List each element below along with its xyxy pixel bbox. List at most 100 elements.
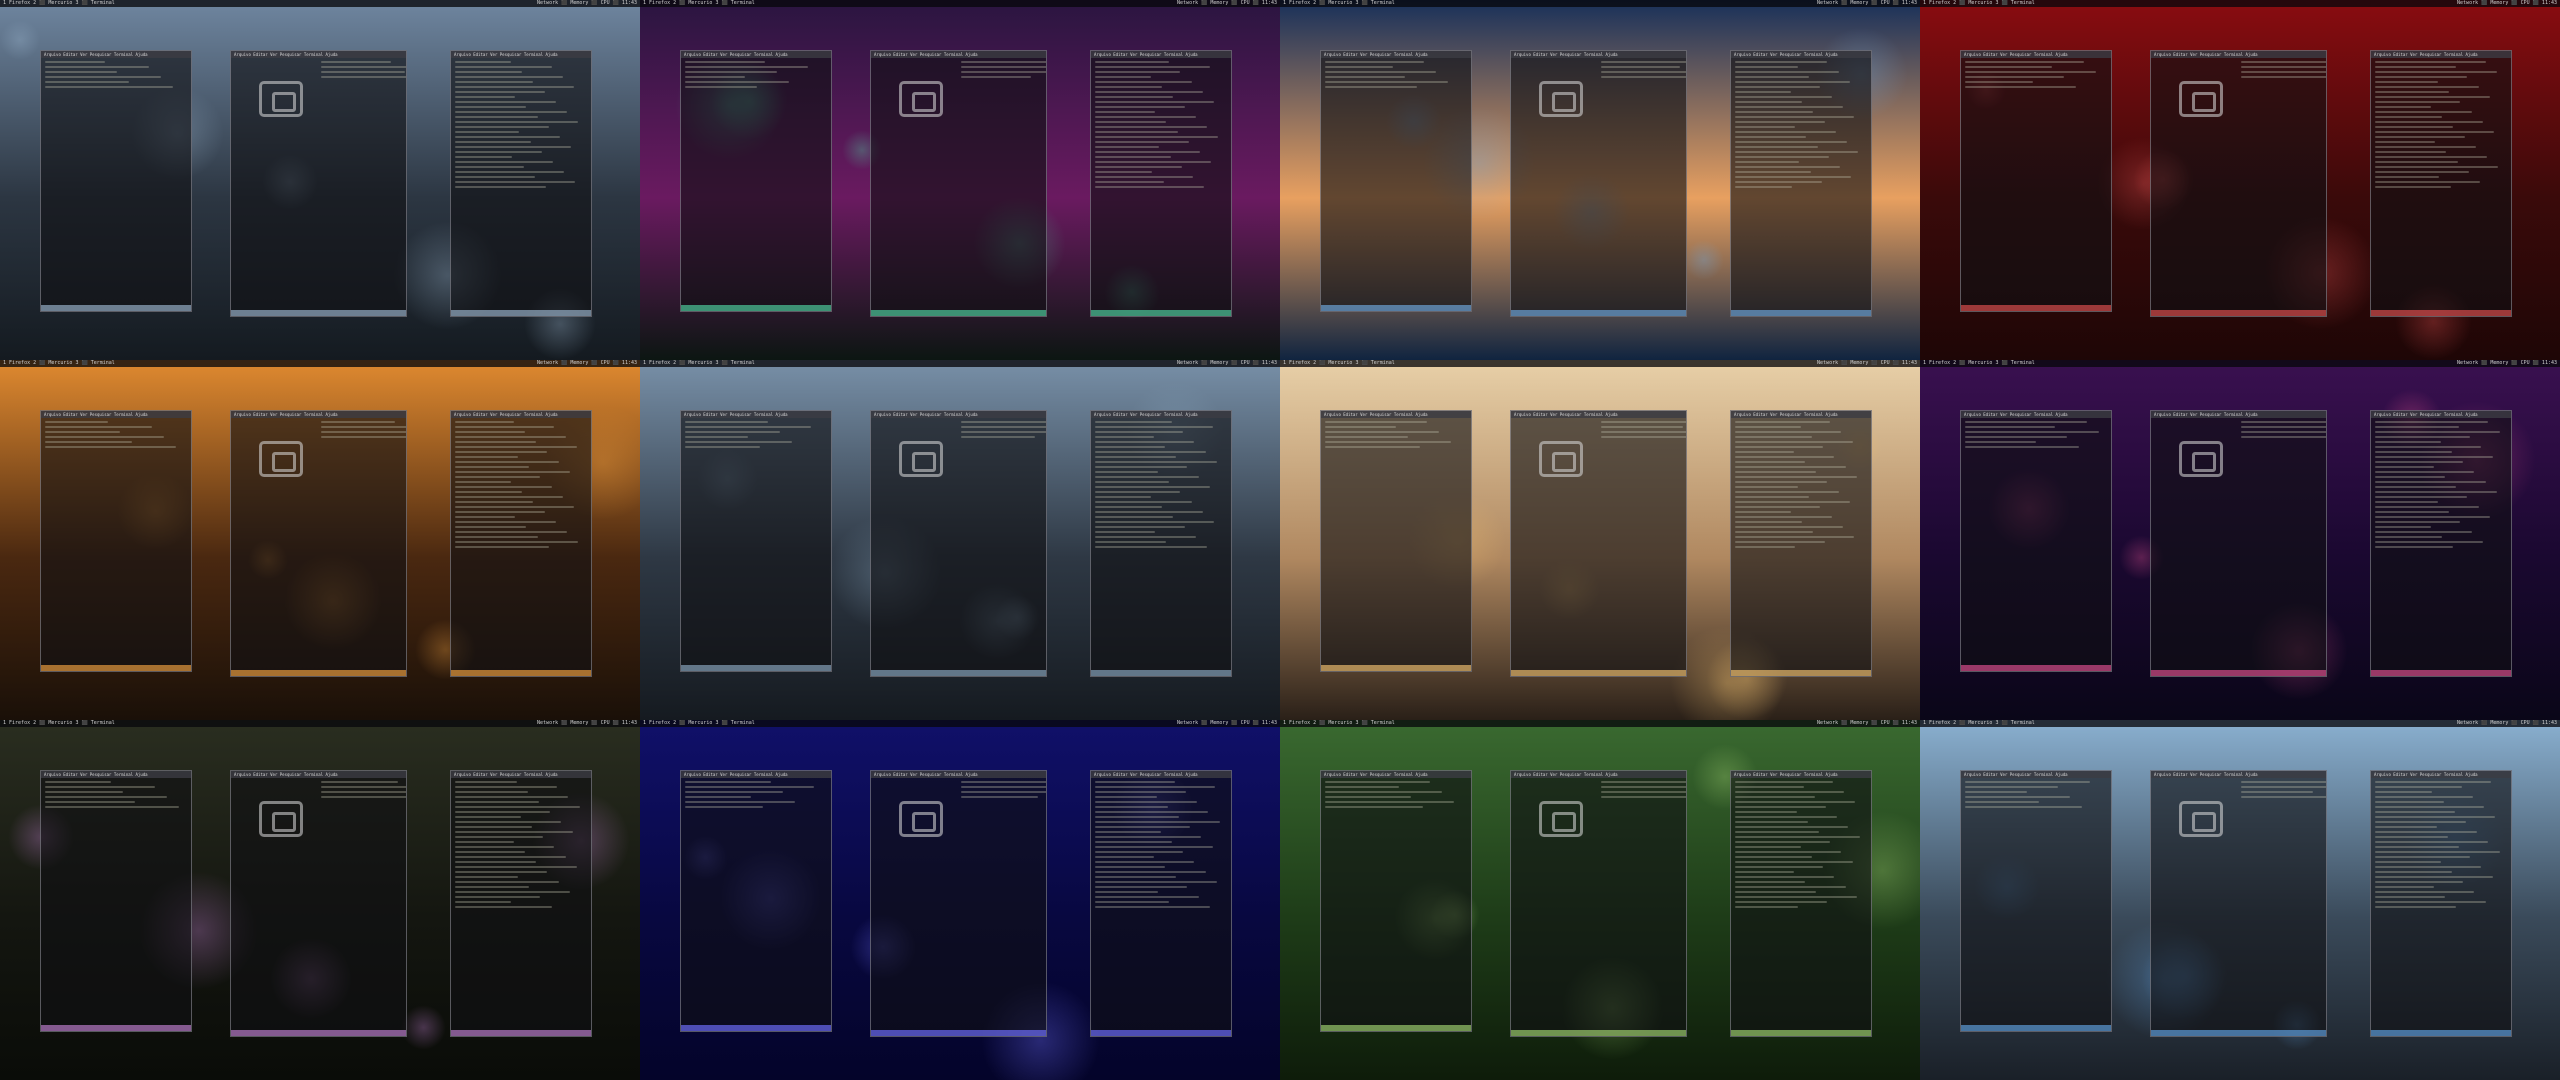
window-menubar[interactable]: Arquivo Editar Ver Pesquisar Terminal Aj…: [2371, 51, 2511, 58]
window-menubar[interactable]: Arquivo Editar Ver Pesquisar Terminal Aj…: [1321, 771, 1471, 778]
window-menubar[interactable]: Arquivo Editar Ver Pesquisar Terminal Aj…: [1731, 51, 1871, 58]
system-status: Network ⬛ Memory ⬛ CPU ⬛ 11:43: [1817, 720, 1917, 726]
terminal-statusline: [1091, 670, 1231, 676]
terminal-text-line: [455, 801, 539, 803]
window-menubar[interactable]: Arquivo Editar Ver Pesquisar Terminal Aj…: [1321, 411, 1471, 418]
window-menubar[interactable]: Arquivo Editar Ver Pesquisar Terminal Aj…: [41, 51, 191, 58]
window-menubar[interactable]: Arquivo Editar Ver Pesquisar Terminal Aj…: [2151, 771, 2326, 778]
terminal-window-fetch[interactable]: Arquivo Editar Ver Pesquisar Terminal Aj…: [1510, 770, 1687, 1037]
window-menubar[interactable]: Arquivo Editar Ver Pesquisar Terminal Aj…: [681, 771, 831, 778]
terminal-window-files[interactable]: Arquivo Editar Ver Pesquisar Terminal Aj…: [1730, 770, 1872, 1037]
workspace-list[interactable]: 1 Firefox 2 ⬛ Mercurio 3 ⬛ Terminal: [640, 720, 758, 727]
window-menubar[interactable]: Arquivo Editar Ver Pesquisar Terminal Aj…: [1961, 51, 2111, 58]
terminal-window-files[interactable]: Arquivo Editar Ver Pesquisar Terminal Aj…: [1730, 50, 1872, 317]
terminal-text-line: [685, 61, 765, 63]
window-menubar[interactable]: Arquivo Editar Ver Pesquisar Terminal Aj…: [1961, 411, 2111, 418]
window-menubar[interactable]: Arquivo Editar Ver Pesquisar Terminal Aj…: [1731, 411, 1871, 418]
window-menubar[interactable]: Arquivo Editar Ver Pesquisar Terminal Aj…: [41, 771, 191, 778]
terminal-window-files[interactable]: Arquivo Editar Ver Pesquisar Terminal Aj…: [1090, 410, 1232, 677]
window-menubar[interactable]: Arquivo Editar Ver Pesquisar Terminal Aj…: [451, 51, 591, 58]
window-menubar[interactable]: Arquivo Editar Ver Pesquisar Terminal Aj…: [681, 51, 831, 58]
terminal-text-line: [1965, 801, 2039, 803]
terminal-text-line: [1735, 436, 1812, 438]
window-menubar[interactable]: Arquivo Editar Ver Pesquisar Terminal Aj…: [1091, 771, 1231, 778]
window-menubar[interactable]: Arquivo Editar Ver Pesquisar Terminal Aj…: [451, 411, 591, 418]
window-menubar[interactable]: Arquivo Editar Ver Pesquisar Terminal Aj…: [1511, 411, 1686, 418]
workspace-list[interactable]: 1 Firefox 2 ⬛ Mercurio 3 ⬛ Terminal: [640, 0, 758, 7]
terminal-window-editor[interactable]: Arquivo Editar Ver Pesquisar Terminal Aj…: [680, 410, 832, 672]
terminal-window-fetch[interactable]: Arquivo Editar Ver Pesquisar Terminal Aj…: [2150, 770, 2327, 1037]
terminal-window-files[interactable]: Arquivo Editar Ver Pesquisar Terminal Aj…: [450, 410, 592, 677]
window-menubar[interactable]: Arquivo Editar Ver Pesquisar Terminal Aj…: [1321, 51, 1471, 58]
terminal-window-fetch[interactable]: Arquivo Editar Ver Pesquisar Terminal Aj…: [1510, 410, 1687, 677]
terminal-window-files[interactable]: Arquivo Editar Ver Pesquisar Terminal Aj…: [450, 770, 592, 1037]
terminal-window-fetch[interactable]: Arquivo Editar Ver Pesquisar Terminal Aj…: [870, 50, 1047, 317]
terminal-window-fetch[interactable]: Arquivo Editar Ver Pesquisar Terminal Aj…: [870, 770, 1047, 1037]
window-menubar[interactable]: Arquivo Editar Ver Pesquisar Terminal Aj…: [41, 411, 191, 418]
window-menubar[interactable]: Arquivo Editar Ver Pesquisar Terminal Aj…: [871, 771, 1046, 778]
terminal-window-files[interactable]: Arquivo Editar Ver Pesquisar Terminal Aj…: [450, 50, 592, 317]
terminal-statusline: [1731, 310, 1871, 316]
workspace-list[interactable]: 1 Firefox 2 ⬛ Mercurio 3 ⬛ Terminal: [0, 360, 118, 367]
window-menubar[interactable]: Arquivo Editar Ver Pesquisar Terminal Aj…: [1091, 51, 1231, 58]
terminal-text-line: [1735, 511, 1791, 513]
window-menubar[interactable]: Arquivo Editar Ver Pesquisar Terminal Aj…: [1731, 771, 1871, 778]
terminal-window-fetch[interactable]: Arquivo Editar Ver Pesquisar Terminal Aj…: [2150, 410, 2327, 677]
terminal-window-editor[interactable]: Arquivo Editar Ver Pesquisar Terminal Aj…: [1960, 50, 2112, 312]
terminal-text-line: [1095, 541, 1167, 543]
window-menubar[interactable]: Arquivo Editar Ver Pesquisar Terminal Aj…: [681, 411, 831, 418]
terminal-window-files[interactable]: Arquivo Editar Ver Pesquisar Terminal Aj…: [1090, 50, 1232, 317]
window-menubar[interactable]: Arquivo Editar Ver Pesquisar Terminal Aj…: [1961, 771, 2111, 778]
window-menubar[interactable]: Arquivo Editar Ver Pesquisar Terminal Aj…: [2151, 51, 2326, 58]
terminal-text-line: [2241, 61, 2326, 63]
window-menubar[interactable]: Arquivo Editar Ver Pesquisar Terminal Aj…: [231, 771, 406, 778]
workspace-list[interactable]: 1 Firefox 2 ⬛ Mercurio 3 ⬛ Terminal: [640, 360, 758, 367]
workspace-list[interactable]: 1 Firefox 2 ⬛ Mercurio 3 ⬛ Terminal: [1920, 720, 2038, 727]
window-menubar[interactable]: Arquivo Editar Ver Pesquisar Terminal Aj…: [231, 51, 406, 58]
terminal-text-line: [685, 431, 780, 433]
terminal-window-editor[interactable]: Arquivo Editar Ver Pesquisar Terminal Aj…: [40, 770, 192, 1032]
terminal-window-editor[interactable]: Arquivo Editar Ver Pesquisar Terminal Aj…: [1320, 50, 1472, 312]
terminal-window-editor[interactable]: Arquivo Editar Ver Pesquisar Terminal Aj…: [40, 410, 192, 672]
terminal-window-fetch[interactable]: Arquivo Editar Ver Pesquisar Terminal Aj…: [230, 50, 407, 317]
terminal-window-editor[interactable]: Arquivo Editar Ver Pesquisar Terminal Aj…: [1960, 410, 2112, 672]
window-menubar[interactable]: Arquivo Editar Ver Pesquisar Terminal Aj…: [1091, 411, 1231, 418]
terminal-window-editor[interactable]: Arquivo Editar Ver Pesquisar Terminal Aj…: [1320, 770, 1472, 1032]
terminal-window-fetch[interactable]: Arquivo Editar Ver Pesquisar Terminal Aj…: [2150, 50, 2327, 317]
window-menubar[interactable]: Arquivo Editar Ver Pesquisar Terminal Aj…: [2371, 771, 2511, 778]
terminal-window-files[interactable]: Arquivo Editar Ver Pesquisar Terminal Aj…: [2370, 770, 2512, 1037]
terminal-window-files[interactable]: Arquivo Editar Ver Pesquisar Terminal Aj…: [1730, 410, 1872, 677]
terminal-window-files[interactable]: Arquivo Editar Ver Pesquisar Terminal Aj…: [2370, 50, 2512, 317]
window-menubar[interactable]: Arquivo Editar Ver Pesquisar Terminal Aj…: [1511, 51, 1686, 58]
terminal-window-files[interactable]: Arquivo Editar Ver Pesquisar Terminal Aj…: [2370, 410, 2512, 677]
window-menubar[interactable]: Arquivo Editar Ver Pesquisar Terminal Aj…: [231, 411, 406, 418]
terminal-statusline: [1511, 670, 1686, 676]
workspace-list[interactable]: 1 Firefox 2 ⬛ Mercurio 3 ⬛ Terminal: [1920, 0, 2038, 7]
terminal-window-editor[interactable]: Arquivo Editar Ver Pesquisar Terminal Aj…: [680, 770, 832, 1032]
window-menubar[interactable]: Arquivo Editar Ver Pesquisar Terminal Aj…: [1511, 771, 1686, 778]
terminal-window-fetch[interactable]: Arquivo Editar Ver Pesquisar Terminal Aj…: [230, 770, 407, 1037]
terminal-window-fetch[interactable]: Arquivo Editar Ver Pesquisar Terminal Aj…: [1510, 50, 1687, 317]
terminal-text-line: [2375, 431, 2500, 433]
window-menubar[interactable]: Arquivo Editar Ver Pesquisar Terminal Aj…: [871, 51, 1046, 58]
window-menubar[interactable]: Arquivo Editar Ver Pesquisar Terminal Aj…: [451, 771, 591, 778]
terminal-text-line: [1735, 466, 1846, 468]
terminal-window-editor[interactable]: Arquivo Editar Ver Pesquisar Terminal Aj…: [680, 50, 832, 312]
workspace-list[interactable]: 1 Firefox 2 ⬛ Mercurio 3 ⬛ Terminal: [0, 0, 118, 7]
terminal-text-line: [1735, 66, 1798, 68]
workspace-list[interactable]: 1 Firefox 2 ⬛ Mercurio 3 ⬛ Terminal: [0, 720, 118, 727]
terminal-window-editor[interactable]: Arquivo Editar Ver Pesquisar Terminal Aj…: [40, 50, 192, 312]
window-menubar[interactable]: Arquivo Editar Ver Pesquisar Terminal Aj…: [2371, 411, 2511, 418]
workspace-list[interactable]: 1 Firefox 2 ⬛ Mercurio 3 ⬛ Terminal: [1280, 720, 1398, 727]
terminal-window-fetch[interactable]: Arquivo Editar Ver Pesquisar Terminal Aj…: [870, 410, 1047, 677]
terminal-window-editor[interactable]: Arquivo Editar Ver Pesquisar Terminal Aj…: [1960, 770, 2112, 1032]
terminal-window-editor[interactable]: Arquivo Editar Ver Pesquisar Terminal Aj…: [1320, 410, 1472, 672]
terminal-window-fetch[interactable]: Arquivo Editar Ver Pesquisar Terminal Aj…: [230, 410, 407, 677]
terminal-text-line: [2375, 791, 2433, 793]
window-menubar[interactable]: Arquivo Editar Ver Pesquisar Terminal Aj…: [871, 411, 1046, 418]
terminal-window-files[interactable]: Arquivo Editar Ver Pesquisar Terminal Aj…: [1090, 770, 1232, 1037]
workspace-list[interactable]: 1 Firefox 2 ⬛ Mercurio 3 ⬛ Terminal: [1280, 0, 1398, 7]
workspace-list[interactable]: 1 Firefox 2 ⬛ Mercurio 3 ⬛ Terminal: [1280, 360, 1398, 367]
window-menubar[interactable]: Arquivo Editar Ver Pesquisar Terminal Aj…: [2151, 411, 2326, 418]
workspace-list[interactable]: 1 Firefox 2 ⬛ Mercurio 3 ⬛ Terminal: [1920, 360, 2038, 367]
